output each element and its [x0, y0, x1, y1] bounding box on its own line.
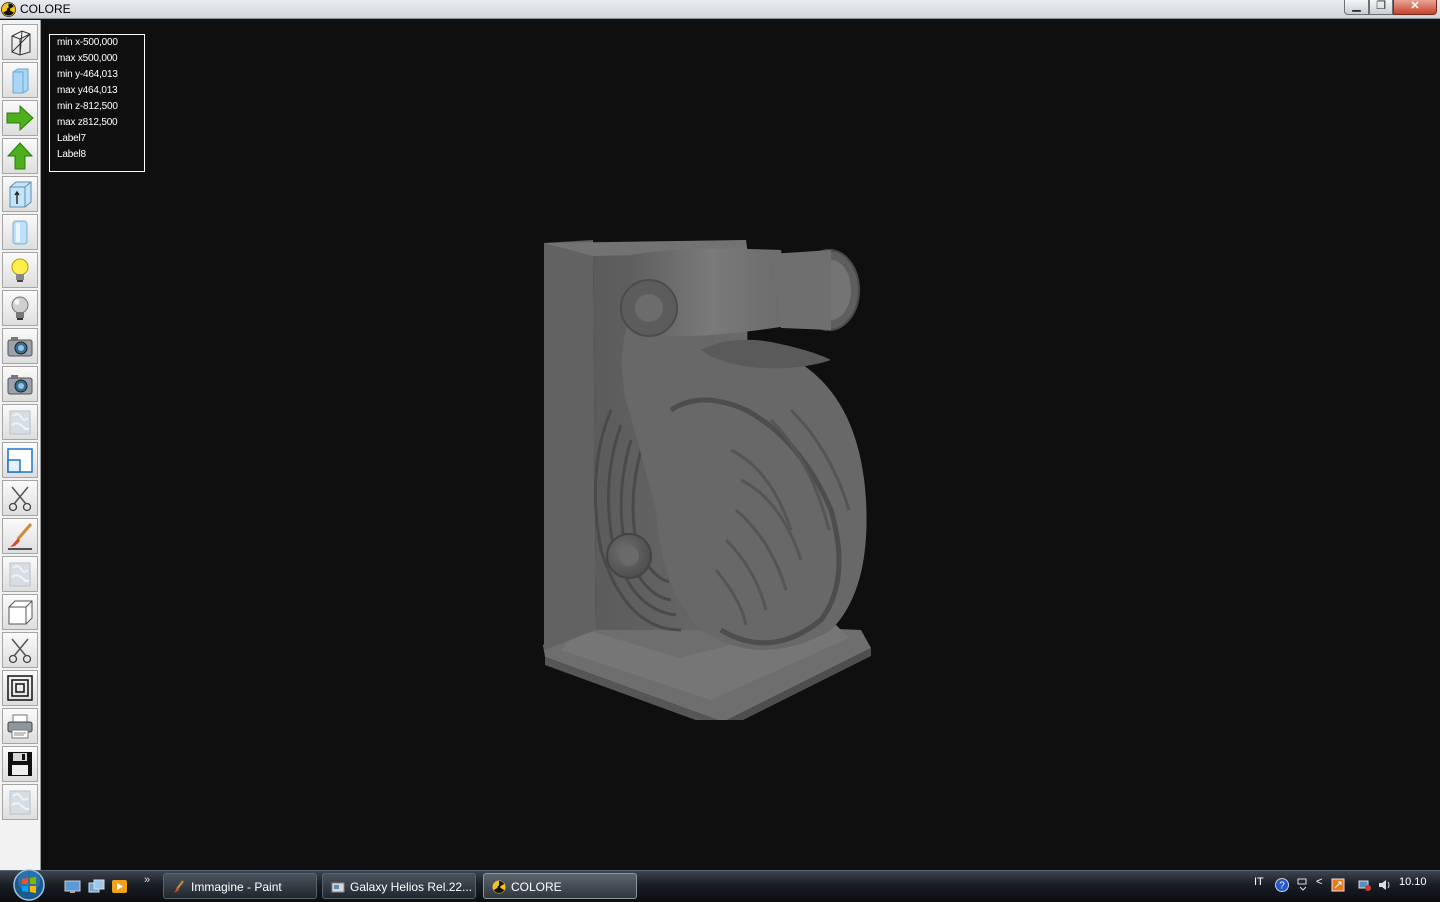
corbel-3d-model[interactable]	[531, 210, 891, 720]
left-toolbar	[0, 20, 41, 870]
tool-camera[interactable]	[2, 328, 38, 364]
radiation-icon	[492, 880, 506, 894]
window-title: COLORE	[20, 2, 71, 16]
printer-icon	[7, 714, 33, 739]
tool-cylinder[interactable]	[2, 214, 38, 250]
lightbulb-off-icon	[11, 296, 29, 320]
lightbulb-on-icon	[11, 258, 29, 282]
maximize-button[interactable]: ❐	[1369, 0, 1393, 15]
texture-icon-3	[9, 790, 31, 815]
label7: Label7	[57, 133, 86, 144]
update-icon[interactable]	[1331, 878, 1345, 892]
tool-camera-2[interactable]	[2, 366, 38, 402]
task-colore[interactable]: COLORE	[483, 873, 637, 899]
camera-icon	[7, 337, 33, 357]
texture-icon	[9, 410, 31, 435]
volume-icon[interactable]	[1378, 878, 1392, 892]
taskbar: » Immagine - Paint Galaxy Helios Rel.22.…	[0, 868, 1440, 902]
show-hidden-icons-button[interactable]: <	[1316, 876, 1322, 888]
arrow-up-icon	[6, 142, 34, 170]
task-label: Galaxy Helios Rel.22...	[350, 880, 473, 894]
tool-box-normal[interactable]	[2, 176, 38, 212]
tool-brush[interactable]	[2, 518, 38, 554]
scissors-icon	[8, 486, 32, 512]
task-galaxy-helios[interactable]: Galaxy Helios Rel.22...	[322, 873, 476, 899]
cube-icon	[8, 600, 33, 625]
radiation-app-icon	[1, 2, 16, 17]
bound-max-y: max y464,013	[57, 85, 118, 96]
task-label: COLORE	[511, 880, 562, 894]
tool-print[interactable]	[2, 708, 38, 744]
solid-box-icon	[12, 68, 29, 94]
paint-brush-icon	[174, 880, 184, 893]
scissors-icon-2	[8, 638, 32, 664]
galaxy-helios-icon	[331, 882, 345, 893]
cylinder-icon	[12, 220, 28, 245]
tool-nested-squares[interactable]	[2, 670, 38, 706]
media-player-icon[interactable]	[111, 879, 128, 894]
show-desktop-icon[interactable]	[64, 879, 81, 894]
tool-texture-2[interactable]	[2, 556, 38, 592]
language-indicator[interactable]: IT	[1254, 876, 1264, 888]
clock[interactable]: 10.10	[1399, 876, 1427, 888]
help-icon[interactable]: ?	[1275, 878, 1289, 892]
tool-texture[interactable]	[2, 404, 38, 440]
bound-max-z: max z812,500	[57, 117, 118, 128]
arrow-right-icon	[6, 104, 34, 132]
tool-wireframe[interactable]	[2, 24, 38, 60]
tool-light-on[interactable]	[2, 252, 38, 288]
nested-squares-icon	[7, 675, 33, 701]
task-label: Immagine - Paint	[191, 880, 282, 894]
tool-light-off[interactable]	[2, 290, 38, 326]
tool-save[interactable]	[2, 746, 38, 782]
floppy-disk-icon	[8, 752, 32, 776]
wireframe-icon	[11, 30, 31, 56]
box-normal-icon	[9, 181, 32, 208]
tool-texture-3[interactable]	[2, 784, 38, 820]
close-button[interactable]: ✕	[1393, 0, 1437, 15]
svg-text:?: ?	[1279, 881, 1285, 892]
3d-viewport[interactable]: min x-500,000 max x500,000 min y-464,013…	[41, 20, 1440, 870]
tool-solid-box[interactable]	[2, 62, 38, 98]
texture-icon-2	[9, 562, 31, 587]
bound-min-x: min x-500,000	[57, 37, 118, 48]
bound-min-y: min y-464,013	[57, 69, 118, 80]
network-icon[interactable]	[1358, 878, 1372, 892]
minimize-button[interactable]: ▁	[1344, 0, 1369, 15]
quick-launch-more-button[interactable]: »	[144, 874, 150, 886]
label8: Label8	[57, 149, 86, 160]
tool-move-up[interactable]	[2, 138, 38, 174]
title-bar: COLORE ▁ ❐ ✕	[0, 0, 1440, 19]
keyboard-options-icon[interactable]	[1296, 878, 1310, 892]
tool-scissors[interactable]	[2, 480, 38, 516]
tool-move-right[interactable]	[2, 100, 38, 136]
switch-windows-icon[interactable]	[88, 879, 105, 894]
bound-min-z: min z-812,500	[57, 101, 118, 112]
task-paint[interactable]: Immagine - Paint	[163, 873, 317, 899]
tool-viewport[interactable]	[2, 442, 38, 478]
camera-icon-2	[7, 375, 33, 395]
start-button[interactable]	[9, 868, 49, 902]
viewport-icon	[7, 448, 33, 473]
tool-scissors-2[interactable]	[2, 632, 38, 668]
brush-icon	[8, 523, 33, 550]
bound-max-x: max x500,000	[57, 53, 118, 64]
model-bounds-panel: min x-500,000 max x500,000 min y-464,013…	[49, 34, 145, 172]
tool-cube[interactable]	[2, 594, 38, 630]
